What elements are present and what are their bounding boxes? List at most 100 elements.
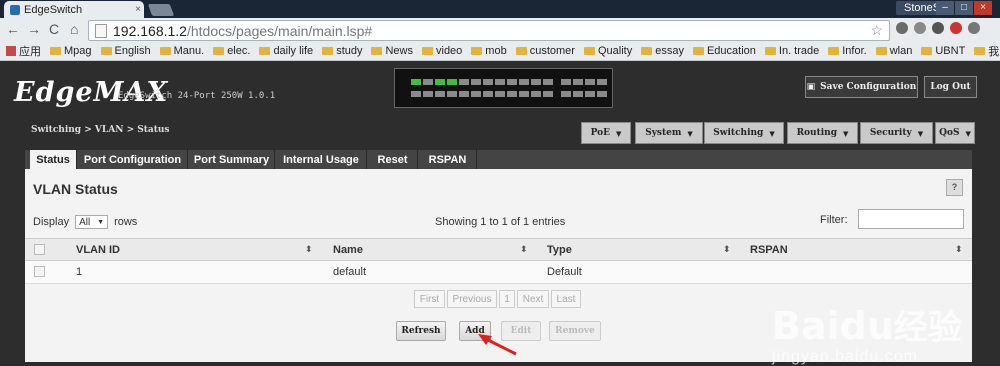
switch-port[interactable] bbox=[447, 91, 457, 97]
bookmark-star-icon[interactable]: ☆ bbox=[870, 22, 883, 39]
bookmark-item[interactable]: 我的贴子 bbox=[974, 43, 1000, 59]
browser-tab[interactable]: EdgeSwitch × bbox=[4, 1, 144, 18]
tab-rspan[interactable]: RSPAN bbox=[419, 150, 477, 169]
table-row[interactable]: 1 default Default bbox=[25, 261, 972, 284]
bookmark-item[interactable]: customer bbox=[515, 45, 575, 57]
save-configuration-button[interactable]: ▣ Save Configuration bbox=[805, 76, 918, 98]
switch-port[interactable] bbox=[519, 79, 529, 85]
switch-port[interactable] bbox=[543, 91, 553, 97]
tab-close-icon[interactable]: × bbox=[132, 4, 144, 15]
switch-port[interactable] bbox=[531, 79, 541, 85]
logout-button[interactable]: Log Out bbox=[924, 76, 977, 98]
bookmark-item[interactable]: essay bbox=[641, 45, 684, 57]
bookmark-item[interactable]: In. trade bbox=[764, 45, 819, 57]
menu-qos[interactable]: QoS ▼ bbox=[935, 122, 975, 144]
sort-icon[interactable]: ⬍ bbox=[955, 239, 963, 260]
page-1-button[interactable]: 1 bbox=[499, 290, 515, 308]
switch-port[interactable] bbox=[459, 91, 469, 97]
bookmark-item[interactable]: UBNT bbox=[921, 45, 965, 57]
bookmark-item[interactable]: elec. bbox=[213, 45, 250, 57]
extension-globe-icon[interactable] bbox=[896, 22, 908, 34]
bookmark-item[interactable]: 应用 bbox=[6, 43, 41, 59]
switch-port[interactable] bbox=[495, 91, 505, 97]
switch-port[interactable] bbox=[459, 79, 469, 85]
reload-icon[interactable]: C bbox=[49, 21, 59, 37]
switch-port[interactable] bbox=[585, 79, 595, 85]
row-checkbox[interactable] bbox=[34, 266, 45, 277]
rows-per-page-select[interactable]: All ▼ bbox=[75, 215, 109, 229]
menu-switching[interactable]: Switching ▼ bbox=[704, 122, 784, 144]
bookmark-item[interactable]: Infor. bbox=[828, 45, 867, 57]
forward-arrow-icon[interactable]: → bbox=[27, 21, 41, 37]
switch-port[interactable] bbox=[471, 79, 481, 85]
refresh-button[interactable]: Refresh bbox=[396, 321, 446, 341]
switch-port[interactable] bbox=[411, 79, 421, 85]
filter-input[interactable] bbox=[858, 209, 964, 229]
new-tab-button[interactable] bbox=[147, 4, 175, 16]
sort-icon[interactable]: ⬍ bbox=[305, 239, 313, 260]
page-next-button[interactable]: Next bbox=[517, 290, 549, 308]
bookmark-item[interactable]: video bbox=[422, 45, 462, 57]
menu-poe[interactable]: PoE ▼ bbox=[581, 122, 631, 144]
switch-port[interactable] bbox=[447, 79, 457, 85]
switch-port[interactable] bbox=[471, 91, 481, 97]
switch-port[interactable] bbox=[561, 91, 571, 97]
switch-port[interactable] bbox=[435, 91, 445, 97]
tab-status[interactable]: Status bbox=[30, 150, 77, 169]
bookmark-item[interactable]: English bbox=[100, 45, 151, 57]
help-button[interactable]: ? bbox=[946, 179, 963, 196]
extension-color-icon[interactable] bbox=[950, 22, 962, 34]
tab-port-summary[interactable]: Port Summary bbox=[189, 150, 275, 169]
sort-icon[interactable]: ⬍ bbox=[723, 239, 731, 260]
home-icon[interactable]: ⌂ bbox=[70, 21, 78, 37]
bookmark-item[interactable]: wlan bbox=[875, 45, 912, 57]
switch-port[interactable] bbox=[435, 79, 445, 85]
column-type[interactable]: Type bbox=[547, 239, 572, 260]
page-previous-button[interactable]: Previous bbox=[447, 290, 497, 308]
switch-port[interactable] bbox=[585, 91, 595, 97]
extension-tag-icon[interactable] bbox=[932, 22, 944, 34]
sort-icon[interactable]: ⬍ bbox=[520, 239, 528, 260]
switch-port[interactable] bbox=[573, 79, 583, 85]
select-all-checkbox[interactable] bbox=[34, 244, 45, 255]
column-vlan-id[interactable]: VLAN ID bbox=[76, 239, 120, 260]
bookmark-item[interactable]: daily life bbox=[259, 45, 313, 57]
switch-port[interactable] bbox=[423, 91, 433, 97]
column-name[interactable]: Name bbox=[333, 239, 363, 260]
switch-port[interactable] bbox=[483, 79, 493, 85]
switch-port[interactable] bbox=[507, 91, 517, 97]
extension-mail-icon[interactable] bbox=[914, 22, 926, 34]
bookmark-item[interactable]: Quality bbox=[583, 45, 632, 57]
bookmark-item[interactable]: Mpag bbox=[50, 45, 92, 57]
menu-icon[interactable] bbox=[968, 22, 980, 34]
page-last-button[interactable]: Last bbox=[551, 290, 581, 308]
switch-port[interactable] bbox=[495, 79, 505, 85]
tab-internal-usage[interactable]: Internal Usage bbox=[276, 150, 367, 169]
switch-port[interactable] bbox=[483, 91, 493, 97]
switch-port[interactable] bbox=[597, 79, 607, 85]
bookmark-item[interactable]: mob bbox=[471, 45, 507, 57]
column-rspan[interactable]: RSPAN bbox=[750, 239, 788, 260]
maximize-button[interactable]: □ bbox=[955, 1, 973, 15]
menu-security[interactable]: Security ▼ bbox=[860, 122, 933, 144]
close-window-button[interactable]: × bbox=[974, 1, 992, 15]
switch-port[interactable] bbox=[507, 79, 517, 85]
bookmark-item[interactable]: study bbox=[322, 45, 362, 57]
menu-system[interactable]: System ▼ bbox=[635, 122, 703, 144]
minimize-button[interactable]: – bbox=[936, 1, 954, 15]
bookmark-item[interactable]: News bbox=[371, 45, 413, 57]
menu-routing[interactable]: Routing ▼ bbox=[787, 122, 858, 144]
page-first-button[interactable]: First bbox=[414, 290, 445, 308]
switch-port[interactable] bbox=[597, 91, 607, 97]
remove-button[interactable]: Remove bbox=[549, 321, 601, 341]
switch-port[interactable] bbox=[561, 79, 571, 85]
switch-port[interactable] bbox=[543, 79, 553, 85]
back-arrow-icon[interactable]: ← bbox=[6, 21, 20, 37]
address-bar[interactable]: 192.168.1.2/htdocs/pages/main/main.lsp# … bbox=[88, 20, 890, 41]
switch-port[interactable] bbox=[573, 91, 583, 97]
tab-port-configuration[interactable]: Port Configuration bbox=[78, 150, 188, 169]
switch-port[interactable] bbox=[531, 91, 541, 97]
tab-reset[interactable]: Reset bbox=[368, 150, 418, 169]
switch-port[interactable] bbox=[411, 91, 421, 97]
port-status-panel[interactable] bbox=[394, 68, 613, 108]
